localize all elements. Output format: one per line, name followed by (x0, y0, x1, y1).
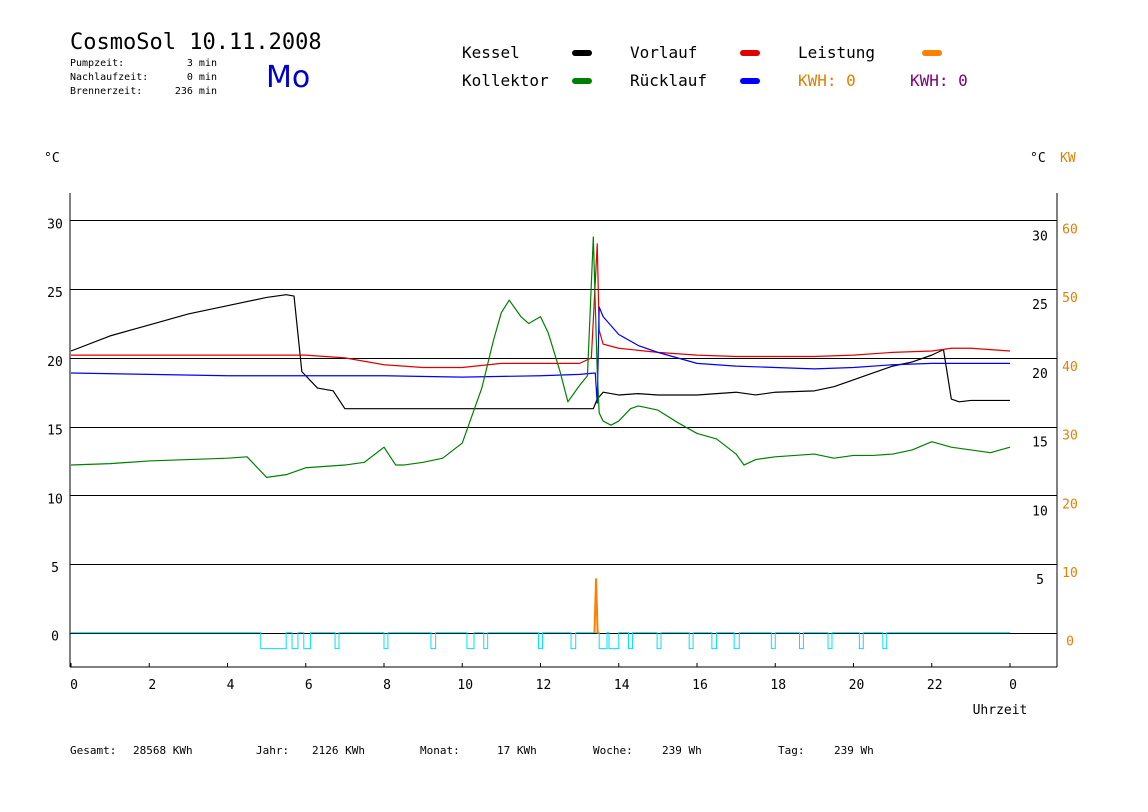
chart-plot: 0510152025305101520253001020304050600 2 4 6… (47, 193, 1078, 718)
y2-tick-50: 50 (1062, 291, 1078, 306)
y2-tick-30: 30 (1062, 429, 1078, 444)
footer-value-tag: 239 Wh (834, 744, 874, 757)
y-tick-left-0: 0 (51, 630, 59, 645)
series-line-vorlauf (71, 243, 1011, 369)
y-tick-right-10: 10 (1032, 504, 1048, 519)
y-tick-left-10: 10 (47, 492, 63, 507)
y-tick-right-30: 30 (1032, 229, 1048, 244)
footer-value-gesamt: 28568 KWh (133, 744, 193, 757)
y2-tick-0: 0 (1066, 635, 1074, 650)
x-axis-label: Uhrzeit (973, 703, 1028, 718)
footer-label-woche: Woche: (593, 744, 633, 757)
series-line-kessel (70, 294, 1010, 410)
y-tick-left-5: 5 (51, 561, 59, 576)
x-tick-11: 22 (927, 678, 943, 693)
footer-value-woche: 239 Wh (662, 744, 702, 757)
footer-label-tag: Tag: (778, 744, 805, 757)
x-tick-4: 8 (383, 678, 391, 693)
y-tick-left-30: 30 (47, 217, 63, 232)
y2-tick-60: 60 (1062, 222, 1078, 237)
x-tick-0: 0 (70, 678, 78, 693)
x-tick-6: 12 (536, 678, 552, 693)
x-tick-7: 14 (614, 678, 630, 693)
footer-label-gesamt: Gesamt: (70, 744, 117, 757)
y2-tick-40: 40 (1062, 360, 1078, 375)
x-tick-3: 6 (305, 678, 313, 693)
footer-label-monat: Monat: (420, 744, 460, 757)
x-tick-10: 20 (849, 678, 865, 693)
y-tick-right-15: 15 (1032, 436, 1048, 451)
x-tick-1: 2 (148, 678, 156, 693)
footer-value-jahr: 2126 KWh (312, 744, 365, 757)
y-tick-left-15: 15 (47, 424, 63, 439)
series-line-leistung (593, 578, 600, 634)
y-tick-left-20: 20 (47, 355, 63, 370)
footer-label-jahr: Jahr: (256, 744, 290, 757)
x-tick-5: 10 (457, 678, 473, 693)
y-tick-right-20: 20 (1032, 367, 1048, 382)
y-tick-left-25: 25 (47, 286, 63, 301)
x-tick-12: 0 (1009, 678, 1017, 693)
x-tick-2: 4 (227, 678, 235, 693)
footer-value-monat: 17 KWh (497, 744, 537, 757)
y2-tick-20: 20 (1062, 497, 1078, 512)
y-tick-right-5: 5 (1036, 573, 1044, 588)
series-line-kollektor (70, 236, 1011, 478)
pump-status-line (71, 632, 1010, 650)
y2-tick-10: 10 (1062, 566, 1078, 581)
x-tick-8: 16 (692, 678, 708, 693)
x-tick-9: 18 (770, 678, 786, 693)
y-tick-right-25: 25 (1032, 298, 1048, 313)
